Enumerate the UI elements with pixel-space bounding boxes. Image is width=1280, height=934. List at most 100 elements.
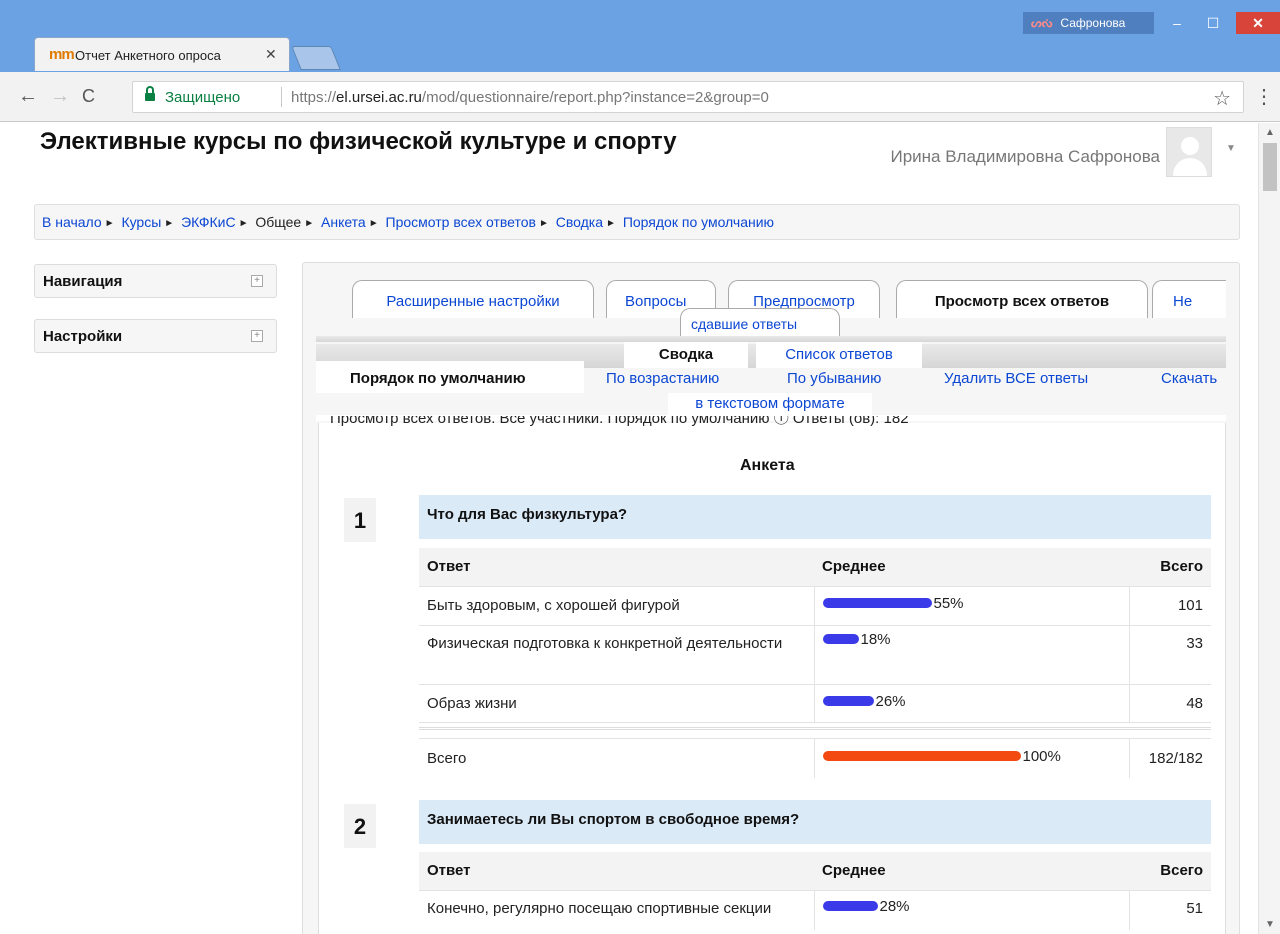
percent-label: 28%: [879, 897, 910, 915]
url-text[interactable]: https://el.ursei.ac.ru/mod/questionnaire…: [291, 89, 769, 106]
average-cell: 26%: [813, 683, 1130, 722]
answer-cell: Физическая подготовка к конкретной деяте…: [419, 624, 814, 684]
tab-non-respondents-continued[interactable]: сдавшие ответы: [680, 308, 840, 336]
summary-average-cell: 100%: [813, 737, 1130, 778]
tab-non-respondents[interactable]: Не: [1152, 280, 1226, 318]
table-row: Физическая подготовка к конкретной деяте…: [419, 624, 1211, 684]
breadcrumb-separator-icon: ►: [538, 218, 549, 229]
breadcrumb-home[interactable]: В начало: [42, 214, 102, 230]
bookmark-star-icon[interactable]: ☆: [1213, 86, 1231, 111]
breadcrumb: В начало ► Курсы ► ЭКФКиС ► Общее ► Анкета ► …: [34, 204, 1240, 240]
question-number: 1: [344, 498, 376, 542]
order-default[interactable]: Порядок по умолчанию: [316, 361, 584, 393]
site-title[interactable]: Элективные курсы по физической культуре …: [40, 128, 677, 156]
answer-cell: Быть здоровым, с хорошей фигурой: [419, 585, 814, 625]
breadcrumb-separator-icon: ►: [238, 218, 249, 229]
total-header: Всего: [1129, 548, 1211, 587]
moodle-favicon-icon: mm: [49, 46, 75, 63]
browser-toolbar: ← → C Защищено https://el.ursei.ac.ru/mo…: [0, 72, 1280, 122]
total-cell: 48: [1129, 683, 1211, 722]
table-row: Образ жизни 26% 48: [419, 683, 1211, 722]
forward-icon[interactable]: →: [50, 85, 70, 108]
dock-icon[interactable]: +: [251, 330, 263, 342]
close-tab-icon[interactable]: ✕: [265, 46, 277, 63]
percent-bar: [822, 634, 859, 644]
average-cell: 28%: [813, 889, 1130, 930]
summary-total: 182/182: [1129, 737, 1211, 778]
table-header-row: Ответ Среднее Всего: [419, 852, 1211, 891]
scroll-down-icon[interactable]: ▼: [1265, 919, 1275, 930]
average-cell: 55%: [813, 585, 1130, 625]
breadcrumb-summary[interactable]: Сводка: [556, 214, 603, 230]
page-scrollbar[interactable]: ▲ ▼: [1258, 123, 1280, 934]
navigation-block-title[interactable]: Навигация: [43, 273, 122, 290]
percent-bar: [822, 696, 874, 706]
answer-header: Ответ: [419, 852, 814, 891]
table-row: Конечно, регулярно посещаю спортивные се…: [419, 889, 1211, 930]
browser-menu-icon[interactable]: ⋮: [1254, 84, 1274, 109]
download-link[interactable]: Скачать: [1161, 361, 1217, 393]
back-icon[interactable]: ←: [18, 85, 38, 108]
average-header: Среднее: [814, 548, 1129, 587]
breadcrumb-separator-icon: ►: [368, 218, 379, 229]
browser-tab[interactable]: mm Отчет Анкетного опроса ✕: [34, 37, 290, 71]
average-cell: 18%: [813, 624, 1130, 684]
percent-label: 55%: [933, 594, 964, 612]
percent-bar: [822, 598, 932, 608]
survey-title: Анкета: [740, 457, 795, 474]
profile-name: Сафронова: [1060, 16, 1126, 30]
breadcrumb-separator-icon: ►: [304, 218, 315, 229]
answer-header: Ответ: [419, 548, 814, 587]
breadcrumb-all-responses[interactable]: Просмотр всех ответов: [386, 214, 536, 230]
tab-non-respondents-label[interactable]: сдавшие ответы: [691, 316, 797, 332]
order-descending[interactable]: По убыванию: [787, 361, 881, 393]
maximize-button[interactable]: ☐: [1196, 12, 1230, 34]
delete-all-responses[interactable]: Удалить ВСЕ ответы: [944, 361, 1088, 393]
tab-view-all-responses[interactable]: Просмотр всех ответов: [896, 280, 1148, 318]
profile-chip[interactable]: ᔕᔔ Сафронова: [1023, 12, 1154, 34]
total-header: Всего: [1129, 852, 1211, 891]
total-bar: [822, 751, 1021, 761]
user-menu-caret-icon[interactable]: ▼: [1226, 143, 1236, 154]
dock-icon[interactable]: +: [251, 275, 263, 287]
avatar[interactable]: [1166, 127, 1212, 177]
settings-block-title[interactable]: Настройки: [43, 328, 122, 345]
average-header: Среднее: [814, 852, 1129, 891]
summary-percent: 100%: [1022, 747, 1061, 765]
total-cell: 101: [1129, 585, 1211, 625]
breadcrumb-separator-icon: ►: [606, 218, 616, 229]
browser-tab-title: Отчет Анкетного опроса: [75, 48, 221, 63]
settings-block[interactable]: Настройки +: [34, 319, 277, 353]
breadcrumb-default-order[interactable]: Порядок по умолчанию: [623, 214, 774, 230]
navigation-block[interactable]: Навигация +: [34, 264, 277, 298]
table-summary-row: Всего 100% 182/182: [419, 737, 1211, 778]
percent-bar: [822, 901, 878, 911]
address-bar[interactable]: Защищено https://el.ursei.ac.ru/mod/ques…: [132, 81, 1244, 113]
download-text-format[interactable]: в текстовом формате: [668, 393, 872, 415]
question-2-table: Ответ Среднее Всего Конечно, регулярно п…: [419, 852, 1211, 930]
breadcrumb-courses[interactable]: Курсы: [121, 214, 161, 230]
table-row: Быть здоровым, с хорошей фигурой 55% 101: [419, 585, 1211, 625]
reload-icon[interactable]: C: [82, 86, 95, 107]
percent-label: 18%: [860, 630, 891, 648]
secure-label: Защищено: [165, 89, 241, 106]
table-spacer: [419, 721, 1211, 738]
breadcrumb-survey[interactable]: Анкета: [321, 214, 366, 230]
breadcrumb-section: Общее: [255, 214, 302, 230]
answer-cell: Образ жизни: [419, 683, 814, 722]
breadcrumb-separator-icon: ►: [104, 218, 115, 229]
close-window-button[interactable]: ✕: [1236, 12, 1280, 34]
minimize-button[interactable]: –: [1160, 12, 1194, 34]
question-1-table: Ответ Среднее Всего Быть здоровым, с хор…: [419, 548, 1211, 778]
lock-icon: [145, 86, 155, 102]
tab-advanced-settings[interactable]: Расширенные настройки: [352, 280, 594, 318]
order-ascending[interactable]: По возрастанию: [606, 361, 719, 393]
user-name[interactable]: Ирина Владимировна Сафронова: [890, 147, 1160, 167]
scroll-thumb[interactable]: [1263, 143, 1277, 191]
percent-label: 26%: [875, 692, 906, 710]
breadcrumb-course[interactable]: ЭКФКиС: [181, 214, 235, 230]
total-cell: 33: [1129, 624, 1211, 684]
total-cell: 51: [1129, 889, 1211, 930]
scroll-up-icon[interactable]: ▲: [1265, 127, 1275, 138]
profile-icon: ᔕᔔ: [1031, 16, 1053, 30]
